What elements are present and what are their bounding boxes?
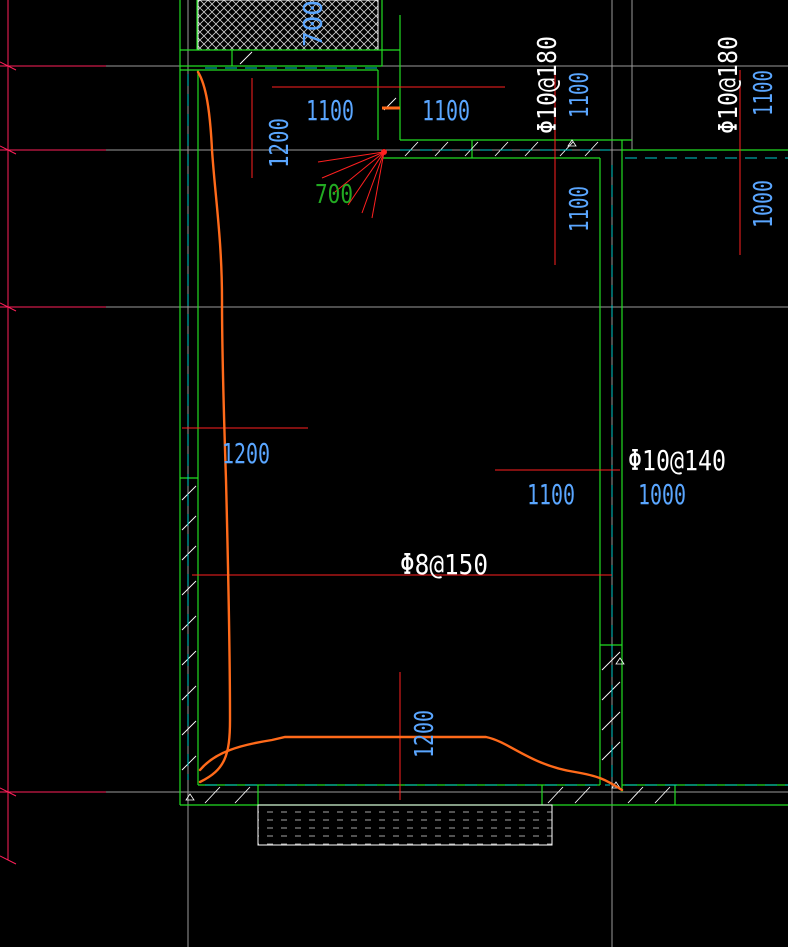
label-dim-1100-vertical-a: 1100 (565, 72, 595, 118)
label-dim-1100-vertical-c: 1100 (565, 186, 595, 232)
label-dim-1000-vertical: 1000 (749, 180, 779, 228)
hidden-lines (187, 67, 788, 786)
label-dim-1100-a: 1100 (306, 94, 354, 127)
label-dim-1100-mid: 1100 (527, 478, 575, 511)
label-rebar-phi10-180-a: Φ10@180 (533, 36, 563, 134)
drawing-labels: 700 1100 1100 1200 700 Φ10@180 1100 Φ10@… (222, 0, 779, 758)
cad-drawing: 700 1100 1100 1200 700 Φ10@180 1100 Φ10@… (0, 0, 788, 947)
label-corner-700: 700 (315, 180, 353, 210)
label-rebar-phi10-140: Φ10@140 (628, 444, 726, 477)
orange-sketch (196, 70, 624, 792)
label-dim-1000-mid: 1000 (638, 478, 686, 511)
label-top-strip: 700 (299, 0, 329, 47)
label-dim-1200-bottom: 1200 (410, 710, 440, 758)
bottom-hatched-block (257, 804, 553, 846)
rebar-lines (182, 70, 741, 800)
label-rebar-phi10-180-b: Φ10@180 (714, 36, 744, 134)
cad-drawing-canvas[interactable]: 700 1100 1100 1200 700 Φ10@180 1100 Φ10@… (0, 0, 788, 947)
label-dim-1200-mid: 1200 (222, 437, 270, 470)
top-hatched-block (197, 0, 379, 51)
label-dim-1200-vertical: 1200 (265, 118, 295, 168)
label-dim-1100-vertical-b: 1100 (749, 70, 779, 116)
left-axis (0, 0, 106, 865)
label-rebar-phi8-150: Φ8@150 (400, 548, 488, 581)
label-dim-1100-b: 1100 (422, 94, 470, 127)
